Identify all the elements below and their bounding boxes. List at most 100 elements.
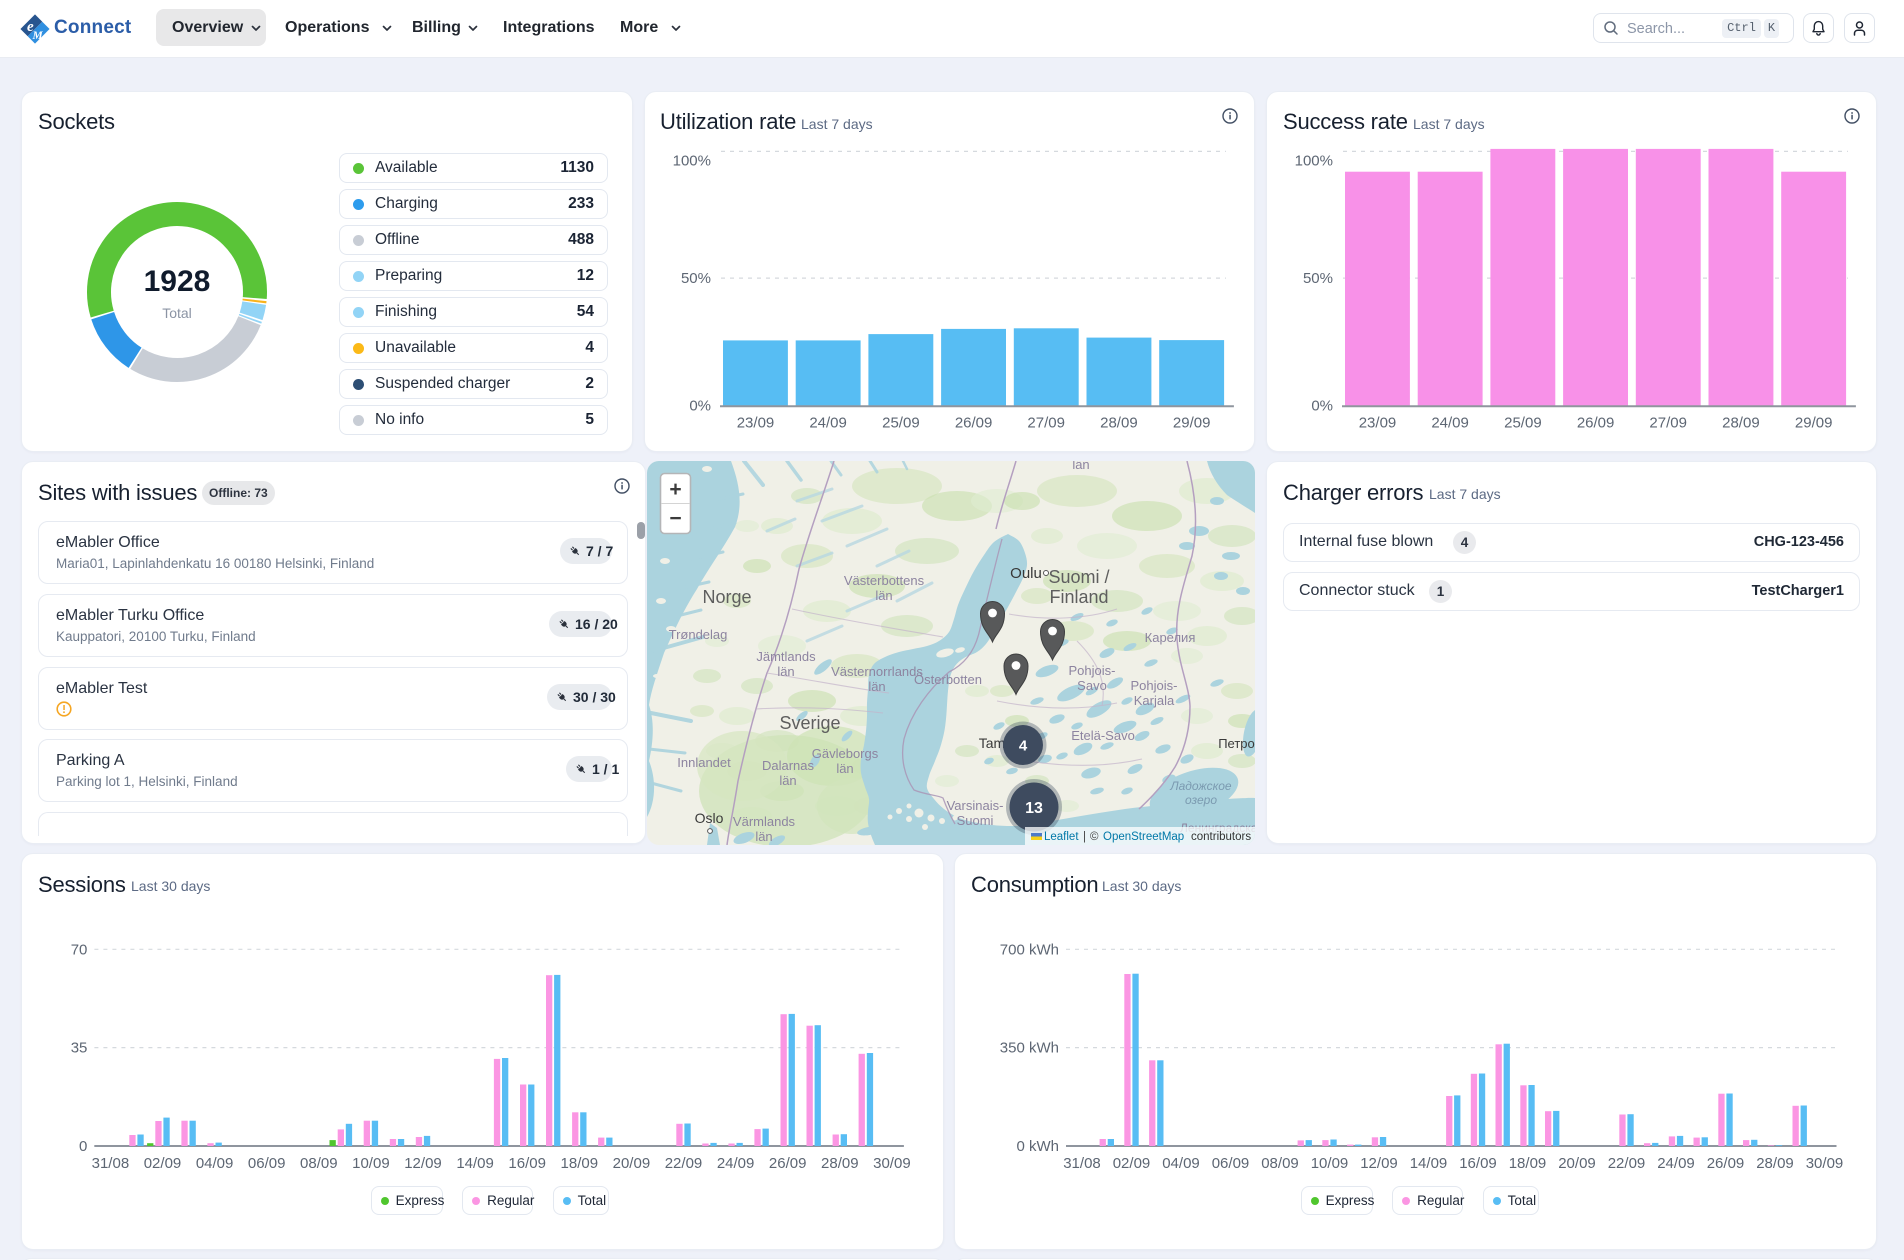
svg-text:Pohjois-: Pohjois-	[1131, 678, 1178, 693]
svg-text:©: ©	[1090, 831, 1099, 843]
svg-text:23/09: 23/09	[1359, 414, 1397, 431]
svg-text:Värmlands: Värmlands	[733, 814, 796, 829]
svg-text:Innlandet: Innlandet	[677, 755, 731, 770]
svg-text:25/09: 25/09	[882, 414, 920, 431]
svg-text:14/09: 14/09	[1410, 1155, 1448, 1172]
svg-text:26/09: 26/09	[954, 414, 992, 431]
svg-text:22/09: 22/09	[665, 1155, 703, 1172]
svg-text:Västerbottens: Västerbottens	[844, 573, 925, 588]
svg-text:12/09: 12/09	[404, 1155, 442, 1172]
svg-text:Jämtlands: Jämtlands	[756, 649, 816, 664]
svg-text:08/09: 08/09	[1261, 1155, 1299, 1172]
svg-text:Norge: Norge	[702, 587, 751, 607]
svg-text:24/09: 24/09	[1657, 1155, 1695, 1172]
svg-text:län: län	[1072, 461, 1089, 472]
svg-text:Oulu: Oulu	[1010, 565, 1042, 582]
svg-text:26/09: 26/09	[1577, 414, 1615, 431]
svg-text:län: län	[836, 761, 853, 776]
svg-text:28/09: 28/09	[1756, 1155, 1794, 1172]
svg-text:Etelä-Savo: Etelä-Savo	[1071, 728, 1135, 743]
svg-text:12/09: 12/09	[1360, 1155, 1398, 1172]
svg-text:31/08: 31/08	[1063, 1155, 1101, 1172]
svg-text:Ладожское: Ладожское	[1169, 779, 1232, 793]
svg-text:50%: 50%	[680, 270, 710, 287]
svg-text:M: M	[32, 30, 44, 42]
svg-text:26/09: 26/09	[769, 1155, 807, 1172]
svg-text:+: +	[669, 478, 681, 501]
svg-text:100%: 100%	[672, 152, 710, 169]
svg-text:100%: 100%	[1295, 152, 1333, 169]
svg-text:02/09: 02/09	[1113, 1155, 1151, 1172]
svg-text:14/09: 14/09	[456, 1155, 494, 1172]
svg-text:län: län	[868, 679, 885, 694]
svg-text:|: |	[1083, 831, 1086, 843]
svg-text:4: 4	[1019, 737, 1028, 754]
svg-text:20/09: 20/09	[613, 1155, 651, 1172]
svg-text:−: −	[669, 507, 681, 530]
svg-text:Oslo: Oslo	[695, 810, 724, 826]
svg-text:0%: 0%	[689, 397, 711, 414]
svg-text:Suomi: Suomi	[957, 813, 994, 828]
svg-text:Västernorrlands: Västernorrlands	[831, 664, 923, 679]
svg-text:Leaflet: Leaflet	[1044, 831, 1079, 843]
svg-text:Karjala: Karjala	[1134, 693, 1175, 708]
svg-text:23/09: 23/09	[736, 414, 774, 431]
svg-text:16/09: 16/09	[1459, 1155, 1497, 1172]
svg-text:04/09: 04/09	[196, 1155, 234, 1172]
svg-text:18/09: 18/09	[1509, 1155, 1547, 1172]
svg-text:30/09: 30/09	[1806, 1155, 1844, 1172]
svg-text:700 kWh: 700 kWh	[1000, 941, 1059, 958]
svg-text:28/09: 28/09	[821, 1155, 859, 1172]
svg-text:24/09: 24/09	[717, 1155, 755, 1172]
svg-text:29/09: 29/09	[1795, 414, 1833, 431]
svg-text:25/09: 25/09	[1504, 414, 1542, 431]
svg-text:Карелия: Карелия	[1145, 630, 1196, 645]
svg-text:28/09: 28/09	[1722, 414, 1760, 431]
svg-text:Gävleborgs: Gävleborgs	[812, 746, 879, 761]
svg-text:Trøndelag: Trøndelag	[669, 627, 728, 642]
svg-text:06/09: 06/09	[1212, 1155, 1250, 1172]
svg-text:04/09: 04/09	[1162, 1155, 1200, 1172]
svg-text:26/09: 26/09	[1707, 1155, 1745, 1172]
svg-text:län: län	[875, 588, 892, 603]
svg-text:län: län	[755, 829, 772, 844]
svg-text:län: län	[777, 664, 794, 679]
svg-text:16/09: 16/09	[508, 1155, 546, 1172]
svg-text:län: län	[779, 773, 796, 788]
svg-text:27/09: 27/09	[1027, 414, 1065, 431]
svg-text:22/09: 22/09	[1608, 1155, 1646, 1172]
svg-text:10/09: 10/09	[352, 1155, 390, 1172]
svg-text:31/08: 31/08	[92, 1155, 130, 1172]
svg-text:350 kWh: 350 kWh	[1000, 1040, 1059, 1057]
svg-text:Петроза: Петроза	[1218, 736, 1255, 751]
svg-text:02/09: 02/09	[144, 1155, 182, 1172]
svg-text:30/09: 30/09	[873, 1155, 911, 1172]
svg-text:Savo: Savo	[1077, 678, 1107, 693]
svg-text:50%: 50%	[1303, 270, 1333, 287]
svg-text:Dalarnas: Dalarnas	[762, 758, 815, 773]
svg-text:озеро: озеро	[1185, 793, 1217, 807]
svg-text:24/09: 24/09	[809, 414, 847, 431]
svg-text:Pohjois-: Pohjois-	[1069, 663, 1116, 678]
svg-text:70: 70	[71, 941, 88, 958]
svg-text:contributors: contributors	[1191, 831, 1251, 843]
svg-text:0: 0	[79, 1138, 87, 1155]
svg-text:28/09: 28/09	[1100, 414, 1138, 431]
svg-text:06/09: 06/09	[248, 1155, 286, 1172]
svg-text:27/09: 27/09	[1649, 414, 1687, 431]
svg-text:18/09: 18/09	[561, 1155, 599, 1172]
svg-text:35: 35	[71, 1040, 88, 1057]
svg-text:0%: 0%	[1311, 397, 1333, 414]
svg-text:Sverige: Sverige	[779, 713, 840, 733]
svg-text:20/09: 20/09	[1558, 1155, 1596, 1172]
svg-text:0 kWh: 0 kWh	[1016, 1138, 1059, 1155]
svg-text:Suomi /: Suomi /	[1048, 567, 1109, 587]
svg-text:OpenStreetMap: OpenStreetMap	[1103, 831, 1184, 843]
svg-text:24/09: 24/09	[1431, 414, 1469, 431]
svg-text:08/09: 08/09	[300, 1155, 338, 1172]
svg-text:29/09: 29/09	[1172, 414, 1210, 431]
svg-text:Finland: Finland	[1049, 587, 1108, 607]
svg-text:10/09: 10/09	[1311, 1155, 1349, 1172]
svg-text:Varsinais-: Varsinais-	[947, 798, 1004, 813]
svg-text:Österbotten: Österbotten	[914, 672, 982, 687]
